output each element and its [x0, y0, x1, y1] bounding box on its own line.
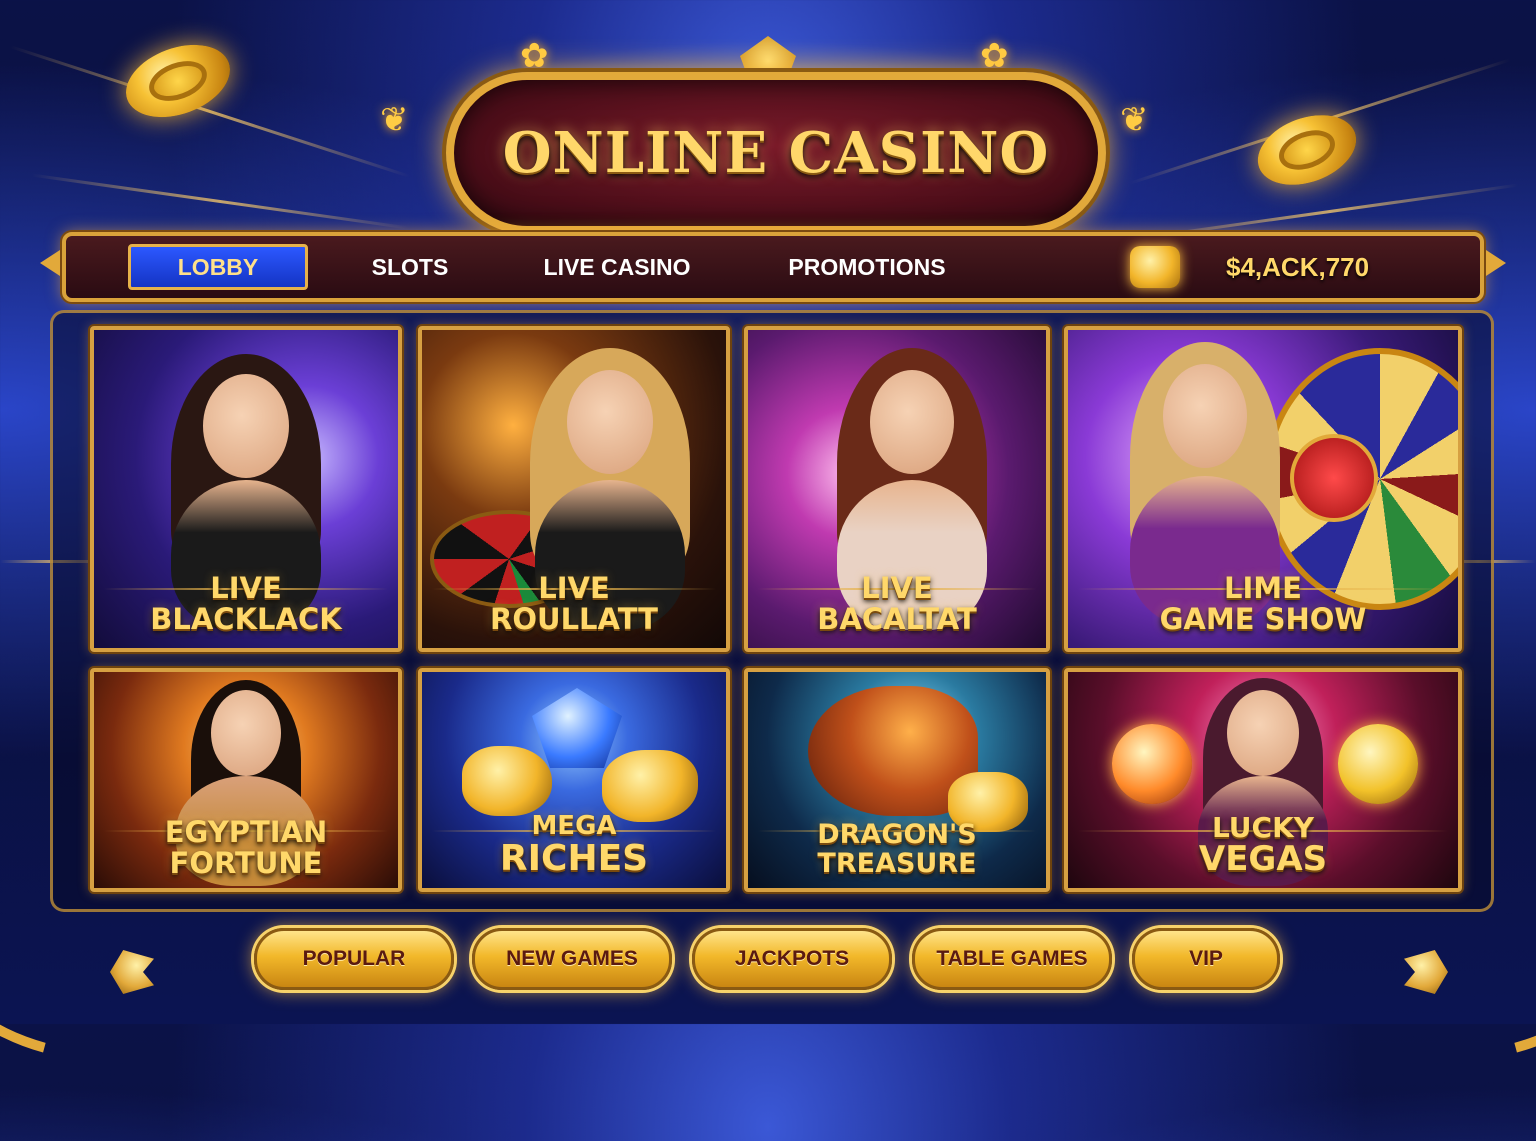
tab-lobby[interactable]: LOBBY [128, 244, 308, 290]
wheel-hub [1290, 434, 1378, 522]
showgirl-avatar [1227, 690, 1299, 776]
gold-nugget [462, 746, 552, 816]
title-plaque: ONLINE CASINO [446, 72, 1106, 234]
main-nav: LOBBY SLOTS LIVE CASINO PROMOTIONS $4,AC… [62, 232, 1484, 302]
category-vip-button[interactable]: VIP [1132, 928, 1280, 990]
game-tile-live-blackjack[interactable]: LIVE BLACKLACK [90, 326, 402, 652]
dealer-avatar [567, 370, 654, 474]
dice-ball [1112, 724, 1192, 804]
game-title: DRAGON'S TREASURE [817, 819, 977, 879]
flower-ornament: ✿ [520, 37, 549, 75]
game-tile-mega-riches[interactable]: MEGA RICHES [418, 668, 730, 892]
host-avatar [1162, 364, 1247, 468]
game-tile-dragons-treasure[interactable]: DRAGON'S TREASURE [744, 668, 1050, 892]
tab-slots[interactable]: SLOTS [350, 236, 470, 298]
game-title: MEGA RICHES [499, 810, 649, 880]
queen-avatar [211, 690, 281, 776]
dice-ball [1338, 724, 1418, 804]
game-tile-egyptian-fortune[interactable]: EGYPTIAN FORTUNE [90, 668, 402, 892]
category-jackpots-button[interactable]: JACKPOTS [692, 928, 892, 990]
category-popular-button[interactable]: POPULAR [254, 928, 454, 990]
game-tile-lucky-vegas[interactable]: LUCKY VEGAS [1064, 668, 1462, 892]
game-title: LIME GAME SHOW [1159, 571, 1367, 636]
dealer-avatar [203, 374, 289, 478]
game-tile-live-roulette[interactable]: LIVE ROULLATT [418, 326, 730, 652]
tab-live-casino[interactable]: LIVE CASINO [522, 236, 712, 298]
coin-icon [1248, 102, 1366, 198]
game-title: LIVE BLACKLACK [150, 571, 342, 636]
dealer-avatar [869, 370, 954, 474]
category-new-games-button[interactable]: NEW GAMES [472, 928, 672, 990]
balance-amount: $4,ACK,770 [1226, 251, 1370, 282]
game-title: LUCKY VEGAS [1198, 810, 1328, 880]
leaf-ornament-right: ❦ [1120, 101, 1149, 139]
category-table-games-button[interactable]: TABLE GAMES [912, 928, 1112, 990]
game-tile-live-game-show[interactable]: LIME GAME SHOW [1064, 326, 1462, 652]
page-title: ONLINE CASINO [502, 120, 1050, 186]
game-title: LIVE BACALTAT [817, 571, 977, 636]
leaf-ornament-left: ❦ [380, 101, 409, 139]
game-tile-live-baccarat[interactable]: LIVE BACALTAT [744, 326, 1050, 652]
game-title: LIVE ROULLATT [490, 571, 658, 636]
flower-ornament: ✿ [980, 37, 1009, 75]
tab-promotions[interactable]: PROMOTIONS [772, 236, 962, 298]
treasure-chest-icon [1130, 246, 1180, 288]
game-title: EGYPTIAN FORTUNE [164, 815, 328, 880]
